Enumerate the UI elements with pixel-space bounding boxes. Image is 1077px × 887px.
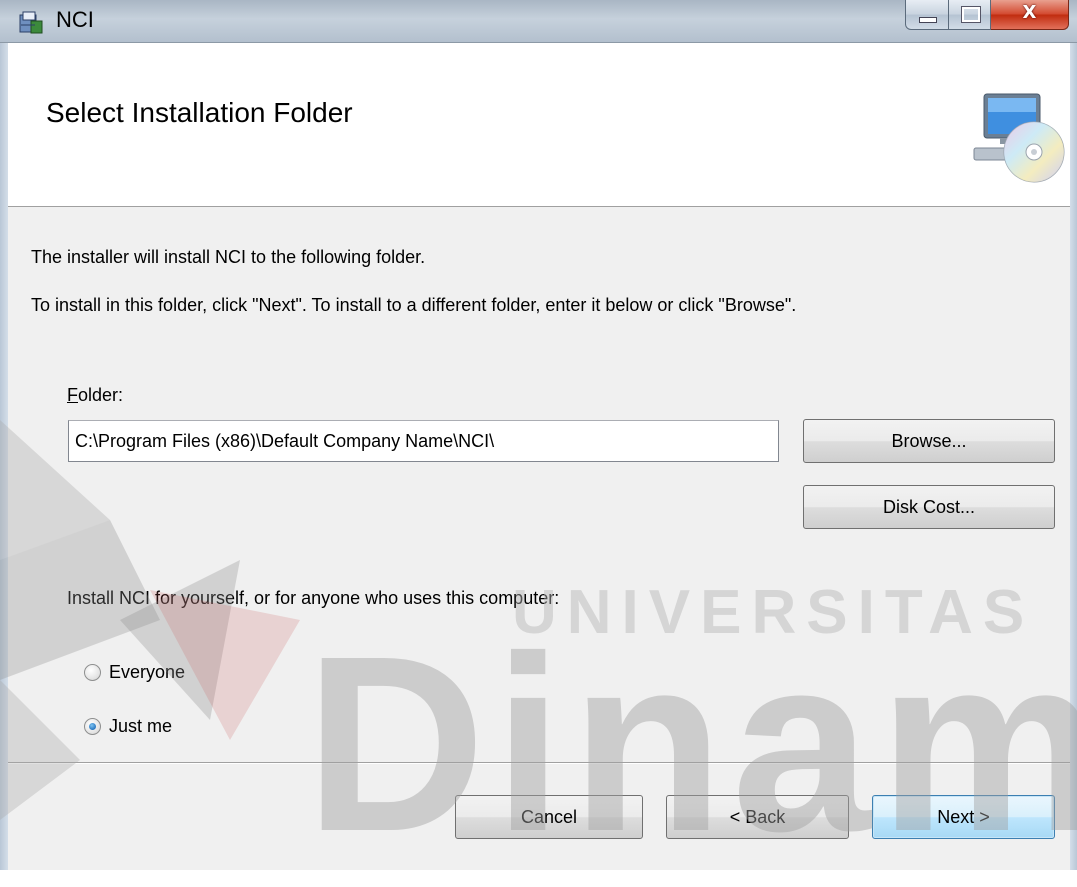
title-bar[interactable]: NCI X [0,0,1077,43]
minimize-button[interactable] [905,0,949,30]
radio-everyone[interactable]: Everyone [84,662,185,683]
folder-label: Folder: [67,385,123,406]
radio-button-checked-icon[interactable] [84,718,101,735]
installer-app-icon [19,11,43,34]
radio-label-everyone: Everyone [109,662,186,682]
window-title: NCI [56,7,94,32]
close-icon: X [1022,2,1037,23]
folder-label-text: older: [78,385,124,405]
close-button[interactable]: X [991,0,1069,30]
back-button[interactable]: < Back [666,795,849,839]
instruction-text-2: To install in this folder, click "Next".… [31,295,797,315]
next-button[interactable]: Next > [872,795,1055,839]
radio-button-icon[interactable] [84,664,101,681]
window-frame-right [1070,42,1077,870]
page-title: Select Installation Folder [46,97,353,128]
window-controls: X [905,0,1069,34]
cancel-button[interactable]: Cancel [455,795,643,839]
maximize-icon [961,6,981,23]
installer-window: NCI X Select Installation Folder The ins… [0,0,1077,870]
button-bar: Cancel < Back Next > [8,764,1070,870]
window-frame-left [0,42,8,870]
browse-button[interactable]: Browse... [803,419,1055,463]
dialog-content: The installer will install NCI to the fo… [8,207,1070,764]
radio-label-just-me: Just me [109,716,173,736]
minimize-icon [919,17,937,23]
folder-label-accelerator: F [67,385,78,405]
header-banner: Select Installation Folder [8,43,1070,207]
computer-cd-icon [973,93,1065,183]
install-for-text: Install NCI for yourself, or for anyone … [67,588,560,608]
disk-cost-button[interactable]: Disk Cost... [803,485,1055,529]
instruction-text: The installer will install NCI to the fo… [31,247,426,267]
radio-just-me[interactable]: Just me [84,716,172,737]
folder-path-input[interactable] [68,420,779,462]
maximize-button[interactable] [949,0,991,30]
